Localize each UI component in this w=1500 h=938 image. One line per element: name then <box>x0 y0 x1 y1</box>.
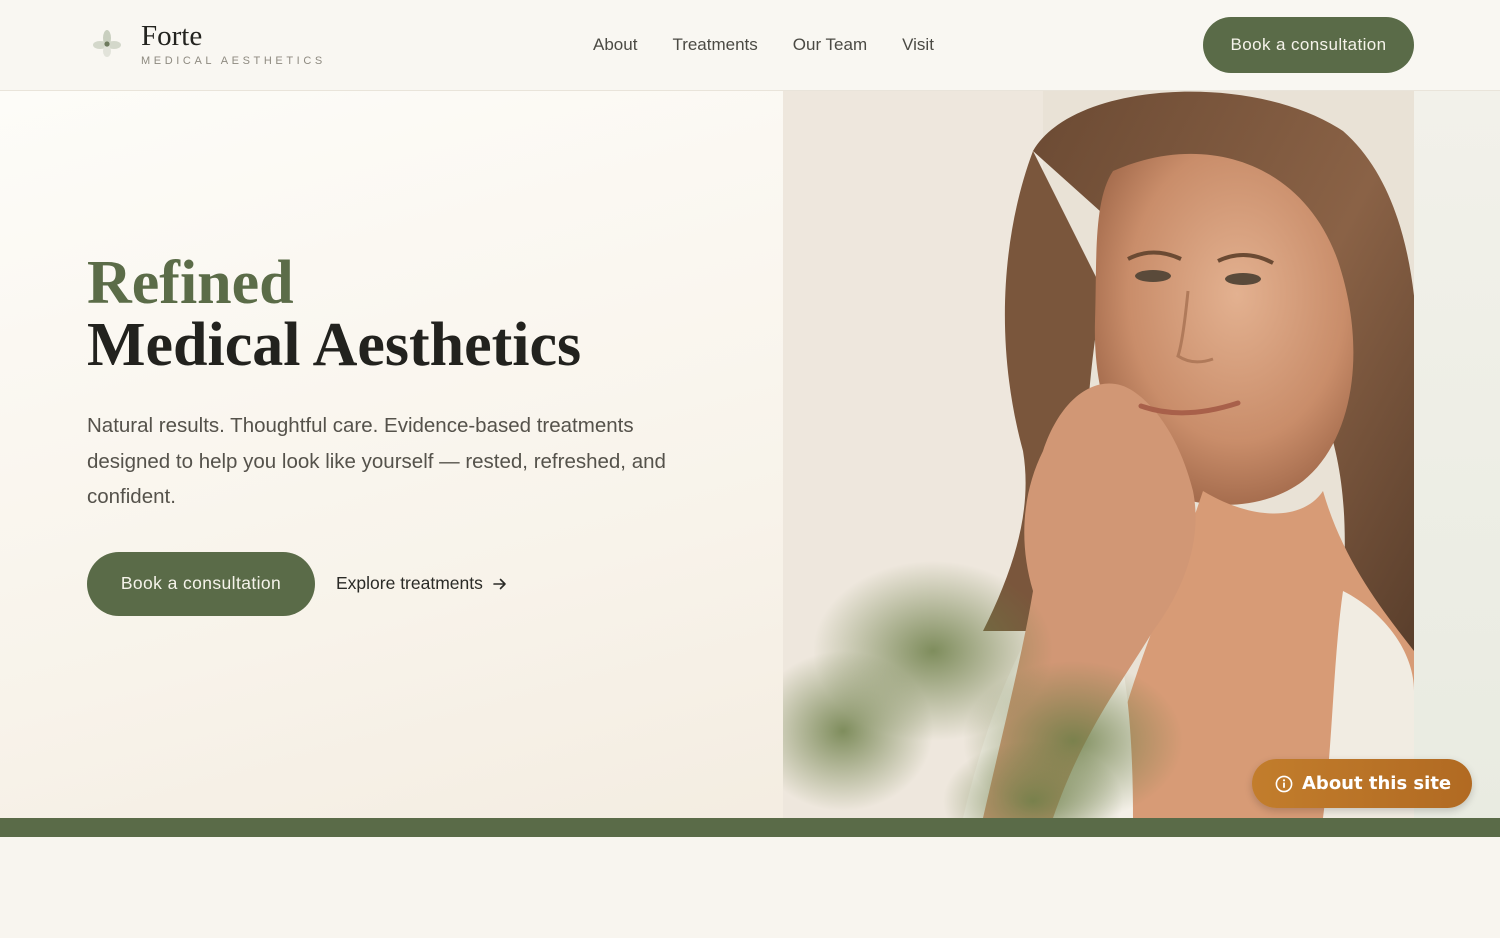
hero-side-strip <box>1414 91 1500 818</box>
brand-name: Forte <box>141 20 203 52</box>
leaf-flower-icon <box>93 30 121 57</box>
hero-heading-accent: Refined <box>87 249 294 317</box>
hero-heading: Medical Aesthetics <box>87 311 582 379</box>
explore-treatments-link[interactable]: Explore treatments <box>336 573 507 594</box>
hero-lede: Natural results. Thoughtful care. Eviden… <box>87 414 666 508</box>
explore-treatments-label: Explore treatments <box>336 573 483 593</box>
about-this-site-button[interactable]: About this site <box>1252 759 1472 808</box>
hero-cta-row: Book a consultation Explore treatments <box>87 551 687 616</box>
nav-visit[interactable]: Visit <box>902 33 934 57</box>
brand-logo[interactable]: Forte MEDICAL AESTHETICS <box>92 18 326 67</box>
accent-band <box>0 818 1500 837</box>
portrait-illustration <box>783 91 1414 818</box>
about-this-site-label: About this site <box>1302 773 1452 794</box>
site-header: Forte MEDICAL AESTHETICS About Treatment… <box>0 0 1500 91</box>
main-nav: About Treatments Our Team Visit <box>593 33 969 57</box>
hero-photo <box>783 91 1414 818</box>
info-icon <box>1275 775 1293 792</box>
hero-book-consultation-button[interactable]: Book a consultation <box>87 551 315 616</box>
hero-content: Refined Medical Aesthetics Natural resul… <box>87 252 687 616</box>
header-book-consultation-button[interactable]: Book a consultation <box>1203 17 1414 73</box>
arrow-right-icon <box>493 578 506 589</box>
nav-our-team[interactable]: Our Team <box>793 33 867 57</box>
nav-about[interactable]: About <box>593 33 637 57</box>
hero-section: Refined Medical Aesthetics Natural resul… <box>0 91 1500 818</box>
nav-treatments[interactable]: Treatments <box>672 33 757 57</box>
brand-tagline: MEDICAL AESTHETICS <box>141 55 326 67</box>
